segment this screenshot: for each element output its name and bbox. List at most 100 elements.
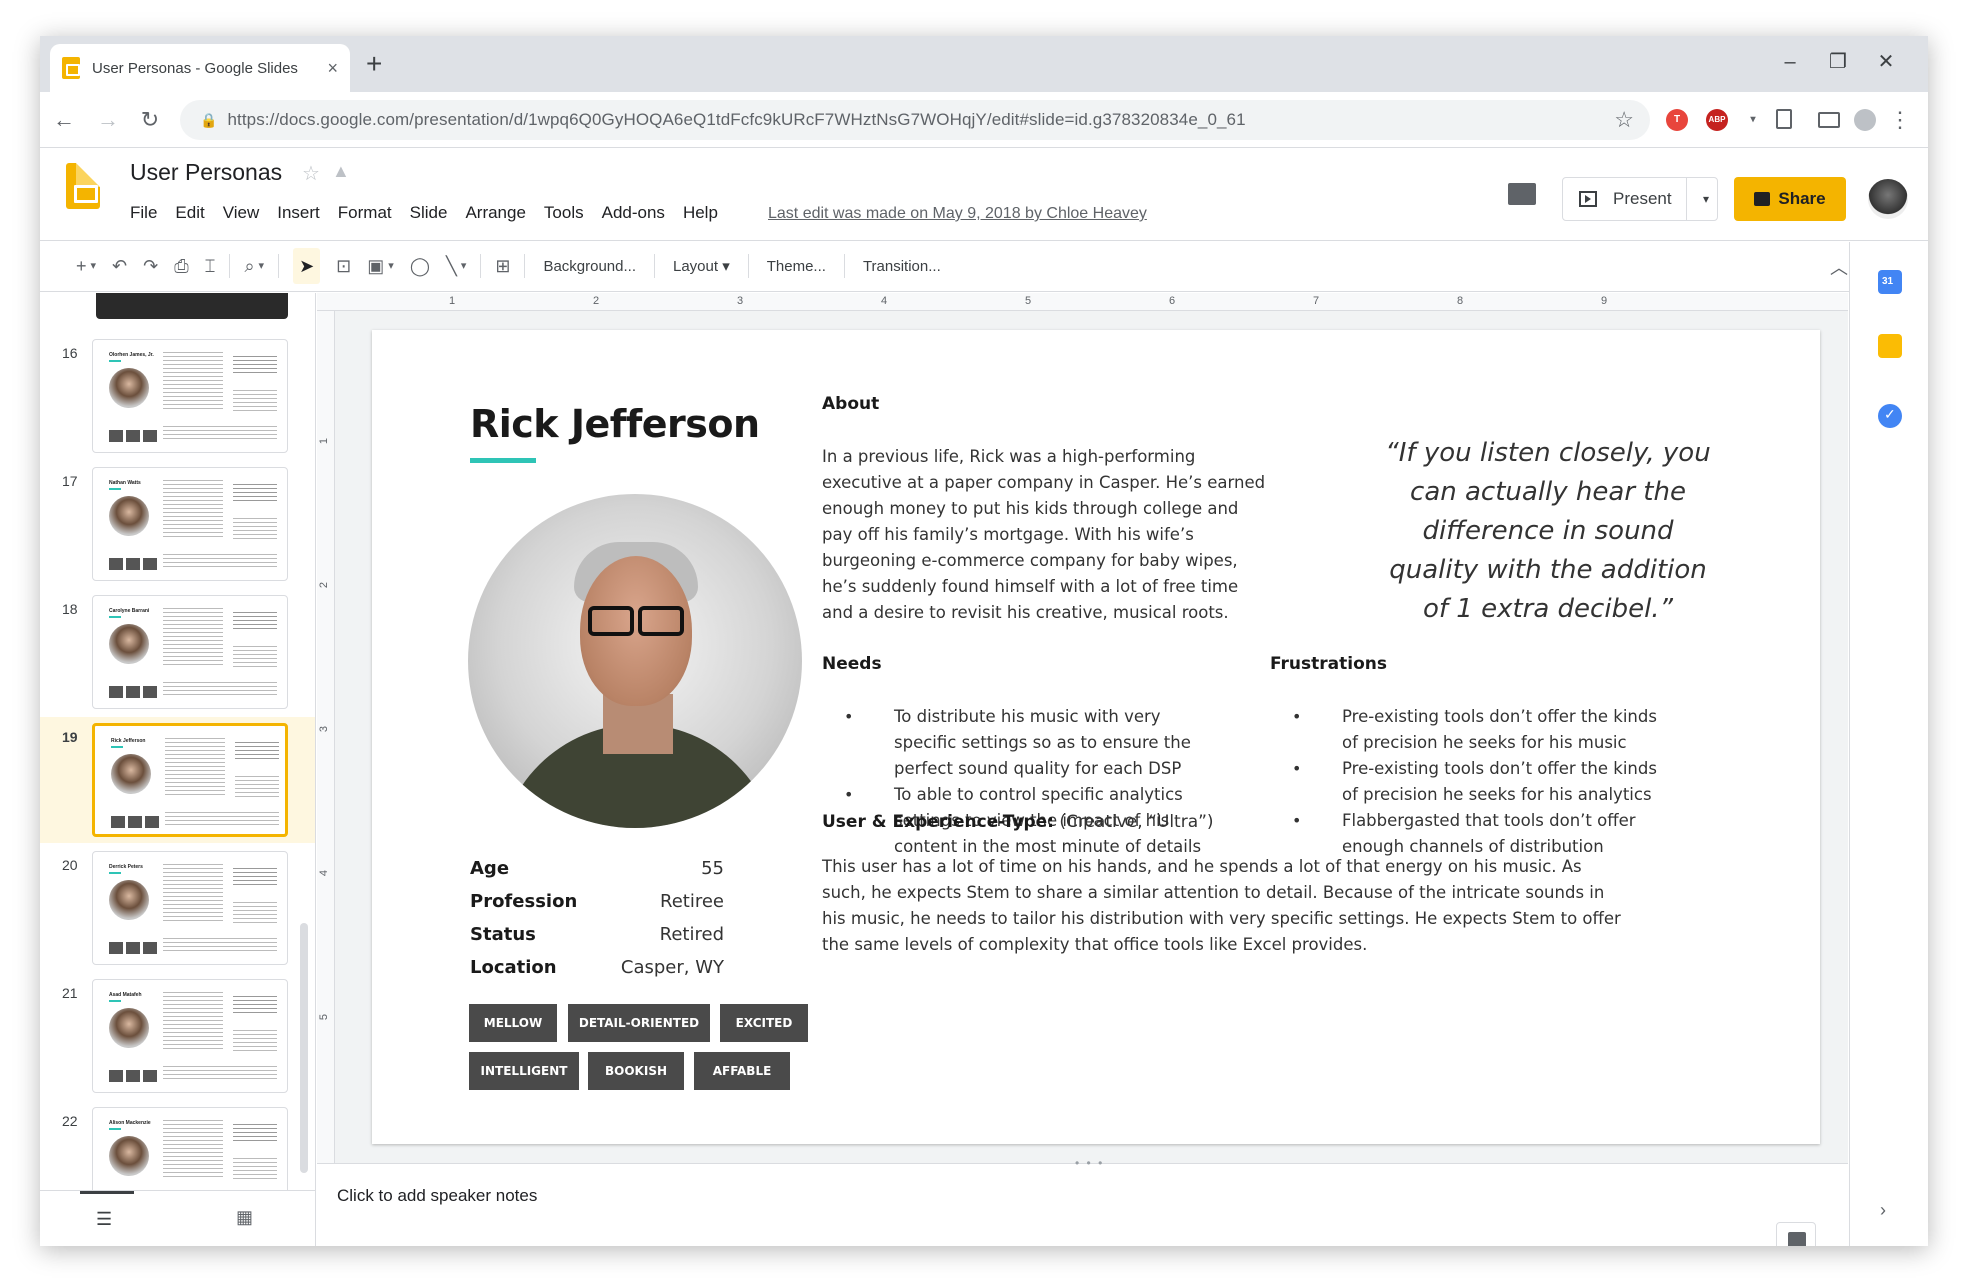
minimize-button[interactable]: –	[1770, 42, 1810, 82]
menu-file[interactable]: File	[130, 203, 157, 223]
calendar-icon[interactable]	[1878, 270, 1902, 294]
menu-addons[interactable]: Add-ons	[602, 203, 665, 223]
keep-icon[interactable]	[1878, 334, 1902, 358]
slide-thumbnail-15[interactable]	[96, 293, 288, 319]
current-slide[interactable]: Rick Jefferson Age 55 Profession Retiree…	[372, 330, 1820, 1144]
ruler-tick-label: 4	[881, 295, 888, 307]
menu-tools[interactable]: Tools	[544, 203, 584, 223]
paint-format-icon[interactable]: ⌶	[205, 248, 216, 284]
insert-comment-icon[interactable]: ⊞	[495, 248, 510, 284]
thumbnail-title: Asad Matafeh	[109, 992, 142, 998]
collapse-toolbar-icon[interactable]: ︿	[1830, 254, 1848, 280]
needs-list: To distribute his music with very specif…	[822, 704, 1222, 860]
menu-slide[interactable]: Slide	[410, 203, 448, 223]
thumbnail-title: Alison Mackenzie	[109, 1120, 151, 1126]
adblock-icon[interactable]: ABP	[1706, 109, 1728, 131]
tab-title: User Personas - Google Slides	[92, 59, 298, 77]
move-to-folder-icon[interactable]: ▲	[332, 161, 350, 182]
slide-thumbnail[interactable]: Olorhen James, Jr.	[92, 339, 288, 453]
thumbnail-photo	[109, 368, 149, 408]
menu-edit[interactable]: Edit	[175, 203, 204, 223]
menu-arrange[interactable]: Arrange	[465, 203, 525, 223]
menu-insert[interactable]: Insert	[277, 203, 320, 223]
ruler-tick-label: 6	[1169, 295, 1176, 307]
slide-thumbnail[interactable]: Carolyne Barrani	[92, 595, 288, 709]
experience-text: This user has a lot of time on his hands…	[822, 857, 1621, 954]
google-slides-logo-icon[interactable]	[66, 163, 100, 209]
new-tab-button[interactable]: +	[366, 44, 382, 84]
profession-value: Retiree	[660, 891, 724, 912]
notes-resize-handle[interactable]: • • •	[1075, 1156, 1104, 1170]
theme-button[interactable]: Theme...	[767, 258, 826, 275]
filmstrip-view-icon[interactable]: ☰	[96, 1209, 112, 1230]
layout-label: Layout	[673, 258, 719, 275]
vertical-ruler: 1 2 3 4 5	[317, 311, 335, 1163]
image-dropdown-icon[interactable]: ▾	[388, 248, 394, 284]
extension-t-icon[interactable]: T	[1666, 109, 1688, 131]
comments-icon[interactable]	[1508, 183, 1536, 205]
undo-icon[interactable]: ↶	[112, 248, 127, 284]
forward-icon[interactable]: →	[90, 102, 126, 138]
menu-help[interactable]: Help	[683, 203, 718, 223]
profile-icon[interactable]	[1854, 109, 1876, 131]
age-value: 55	[701, 858, 724, 879]
thumbnail-photo	[109, 624, 149, 664]
present-dropdown-icon[interactable]: ▾	[1703, 192, 1709, 206]
filmstrip-scrollbar[interactable]	[300, 923, 308, 1173]
menu-view[interactable]: View	[223, 203, 260, 223]
line-icon[interactable]: ╲	[446, 248, 457, 284]
browser-tab[interactable]: User Personas - Google Slides ×	[50, 44, 350, 92]
print-icon[interactable]: ⎙	[174, 248, 188, 284]
browser-menu-icon[interactable]: ⋮	[1882, 102, 1918, 138]
persona-name[interactable]: Rick Jefferson	[470, 402, 760, 446]
present-button[interactable]: Present ▾	[1562, 177, 1718, 221]
tag-excited: EXCITED	[720, 1004, 808, 1042]
layout-button[interactable]: Layout ▾	[673, 257, 730, 275]
back-icon[interactable]: ←	[46, 102, 82, 138]
tab-close-icon[interactable]: ×	[327, 58, 338, 79]
shape-icon[interactable]: ◯	[410, 248, 430, 284]
persona-photo[interactable]	[468, 494, 802, 828]
speaker-notes-placeholder[interactable]: Click to add speaker notes	[337, 1186, 537, 1206]
restore-button[interactable]: ❐	[1818, 42, 1858, 82]
slide-thumbnail[interactable]: Derrick Peters	[92, 851, 288, 965]
account-avatar[interactable]	[1868, 179, 1908, 219]
slide-filmstrip: 16 Olorhen James, Jr. 17 Nathan Watts 18 Caro…	[40, 293, 316, 1246]
slide-thumbnail[interactable]: Nathan Watts	[92, 467, 288, 581]
about-text: In a previous life, Rick was a high-perf…	[822, 447, 1266, 622]
menu-format[interactable]: Format	[338, 203, 392, 223]
extension-dropdown-icon[interactable]: ▾	[1742, 109, 1764, 131]
thumbnail-photo	[109, 880, 149, 920]
image-icon[interactable]: ▣	[367, 248, 384, 284]
bookmark-star-icon[interactable]: ☆	[1614, 107, 1634, 133]
redo-icon[interactable]: ↷	[143, 248, 158, 284]
close-window-button[interactable]: ✕	[1866, 42, 1906, 82]
transition-button[interactable]: Transition...	[863, 258, 941, 275]
speaker-notes[interactable]: • • • Click to add speaker notes	[317, 1156, 1848, 1246]
star-document-icon[interactable]: ☆	[302, 161, 320, 186]
slide-thumbnail[interactable]: Rick Jefferson	[92, 723, 288, 837]
address-bar[interactable]: 🔒 https://docs.google.com/presentation/d…	[180, 100, 1650, 140]
zoom-icon[interactable]: ⌕	[244, 248, 254, 284]
line-dropdown-icon[interactable]: ▾	[461, 248, 467, 284]
browser-window: User Personas - Google Slides × + – ❐ ✕ …	[40, 36, 1928, 1246]
document-extension-icon[interactable]	[1776, 109, 1792, 129]
zoom-dropdown-icon[interactable]: ▾	[259, 248, 265, 284]
share-button[interactable]: Share	[1734, 177, 1846, 221]
slide-thumbnail[interactable]: Asad Matafeh	[92, 979, 288, 1093]
grid-view-icon[interactable]: ▦	[236, 1207, 253, 1228]
background-button[interactable]: Background...	[543, 258, 636, 275]
new-slide-dropdown-icon[interactable]: ▾	[91, 248, 97, 284]
last-edit-link[interactable]: Last edit was made on May 9, 2018 by Chl…	[768, 205, 1147, 223]
select-pointer-icon[interactable]: ➤	[293, 248, 321, 284]
ruler-tick-label: 3	[318, 725, 331, 733]
tasks-icon[interactable]	[1878, 404, 1902, 428]
cast-icon[interactable]	[1818, 112, 1840, 128]
document-title[interactable]: User Personas	[130, 159, 282, 186]
reload-icon[interactable]: ↻	[132, 102, 168, 138]
explore-icon[interactable]	[1776, 1222, 1816, 1246]
text-box-icon[interactable]: ⊡	[336, 248, 351, 284]
thumbnail-photo	[109, 1008, 149, 1048]
expand-panel-icon[interactable]: ›	[1880, 1200, 1886, 1221]
new-slide-icon[interactable]: +	[76, 248, 87, 284]
